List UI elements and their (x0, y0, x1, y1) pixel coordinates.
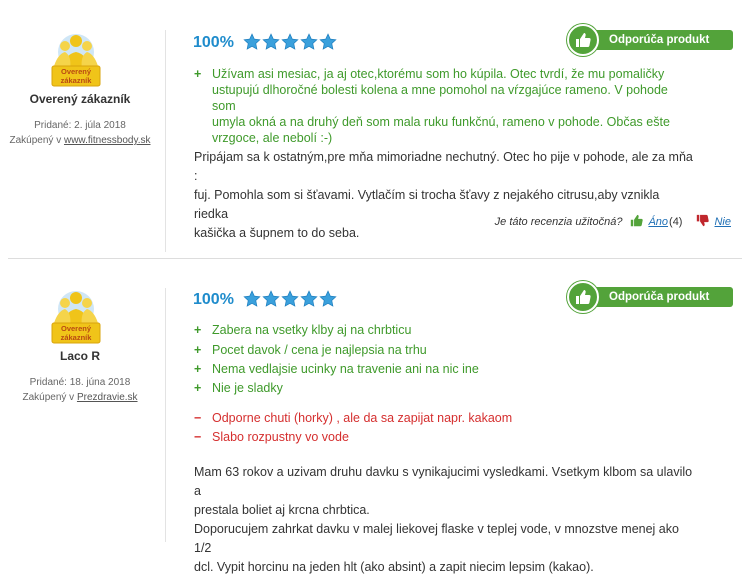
recommend-badge: Odporúča produkt (567, 281, 733, 313)
con-item: − Odporne chuti (horky) , ale da sa zapi… (194, 410, 694, 426)
pro-item: + Nema vedlajsie ucinky na travenie ani … (194, 361, 694, 377)
helpful-yes-count: (4) (669, 216, 683, 228)
plus-icon: + (194, 362, 202, 376)
star-icon (300, 290, 318, 313)
column-divider (165, 288, 166, 542)
minus-icon: − (194, 430, 202, 444)
plus-icon: + (194, 343, 202, 357)
rating-stars (243, 33, 337, 56)
plus-icon: + (194, 323, 202, 337)
review-date: Pridané: 2. júla 2018 (34, 120, 126, 131)
recommend-label: Odporúča produkt (581, 30, 733, 50)
con-text: Slabo rozpustny vo vode (212, 430, 349, 444)
thumbs-up-icon[interactable] (630, 214, 644, 230)
pro-item: + Užívam asi mesiac, ja aj otec,ktorému … (194, 66, 694, 145)
pro-item: + Nie je sladky (194, 380, 694, 396)
star-icon (319, 290, 337, 313)
con-item: − Slabo rozpustny vo vode (194, 429, 694, 445)
purchase-info: Zakúpený v Prezdravie.sk (0, 390, 160, 405)
rating-percent: 100% (193, 291, 234, 308)
pro-item: + Pocet davok / cena je najlepsia na trh… (194, 342, 694, 358)
plus-icon: + (194, 381, 202, 395)
helpful-yes-link[interactable]: Áno (648, 216, 668, 228)
star-icon (243, 33, 261, 56)
purchase-prefix: Zakúpený v (22, 392, 75, 403)
purchase-prefix: Zakúpený v (9, 135, 62, 146)
star-icon (243, 290, 261, 313)
star-icon (281, 290, 299, 313)
star-icon (319, 33, 337, 56)
thumbs-up-icon (567, 24, 599, 56)
column-divider (165, 30, 166, 252)
recommend-label: Odporúča produkt (581, 287, 733, 307)
helpful-no-link[interactable]: Nie (714, 216, 731, 228)
rating-percent: 100% (193, 34, 234, 51)
badge-label: Overený zákazník (60, 324, 92, 342)
con-text: Odporne chuti (horky) , ale da sa zapija… (212, 411, 513, 425)
pro-item: + Zabera na vsetky klby aj na chrbticu (194, 322, 694, 338)
shop-link[interactable]: Prezdravie.sk (77, 392, 138, 403)
star-icon (262, 33, 280, 56)
verified-customer-badge-icon: Overený zákazník (48, 30, 104, 87)
badge-label: Overený zákazník (60, 67, 92, 85)
recommend-badge: Odporúča produkt (567, 24, 733, 56)
review-date: Pridané: 18. júna 2018 (29, 377, 131, 388)
helpful-vote: Je táto recenzia užitočná? Áno (4) Nie (495, 214, 731, 230)
pro-text: Nie je sladky (212, 381, 283, 395)
star-icon (281, 33, 299, 56)
plus-icon: + (194, 67, 202, 81)
thumbs-down-icon[interactable] (696, 214, 710, 230)
reviewer-name: Laco R (59, 349, 100, 363)
verified-customer-badge-icon: Overený zákazník (48, 287, 104, 344)
pro-text: Zabera na vsetky klby aj na chrbticu (212, 323, 412, 337)
purchase-info: Zakúpený v www.fitnessbody.sk (0, 133, 160, 148)
thumbs-up-icon (567, 281, 599, 313)
helpful-question: Je táto recenzia užitočná? (494, 216, 623, 228)
pro-text: Pocet davok / cena je najlepsia na trhu (212, 343, 427, 357)
minus-icon: − (194, 411, 202, 425)
pro-text: Užívam asi mesiac, ja aj otec,ktorému so… (212, 67, 670, 145)
shop-link[interactable]: www.fitnessbody.sk (64, 135, 151, 146)
star-icon (300, 33, 318, 56)
review-text: Mam 63 rokov a uzivam druhu davku s vyni… (194, 465, 693, 574)
rating-stars (243, 290, 337, 313)
star-icon (262, 290, 280, 313)
review-card: Overený zákazník Laco R Pridané: 18. jún… (0, 258, 750, 574)
review-card: Overený zákazník Overený zákazník Pridan… (0, 0, 750, 258)
pro-text: Nema vedlajsie ucinky na travenie ani na… (212, 362, 479, 376)
reviewer-name: Overený zákazník (29, 92, 131, 106)
